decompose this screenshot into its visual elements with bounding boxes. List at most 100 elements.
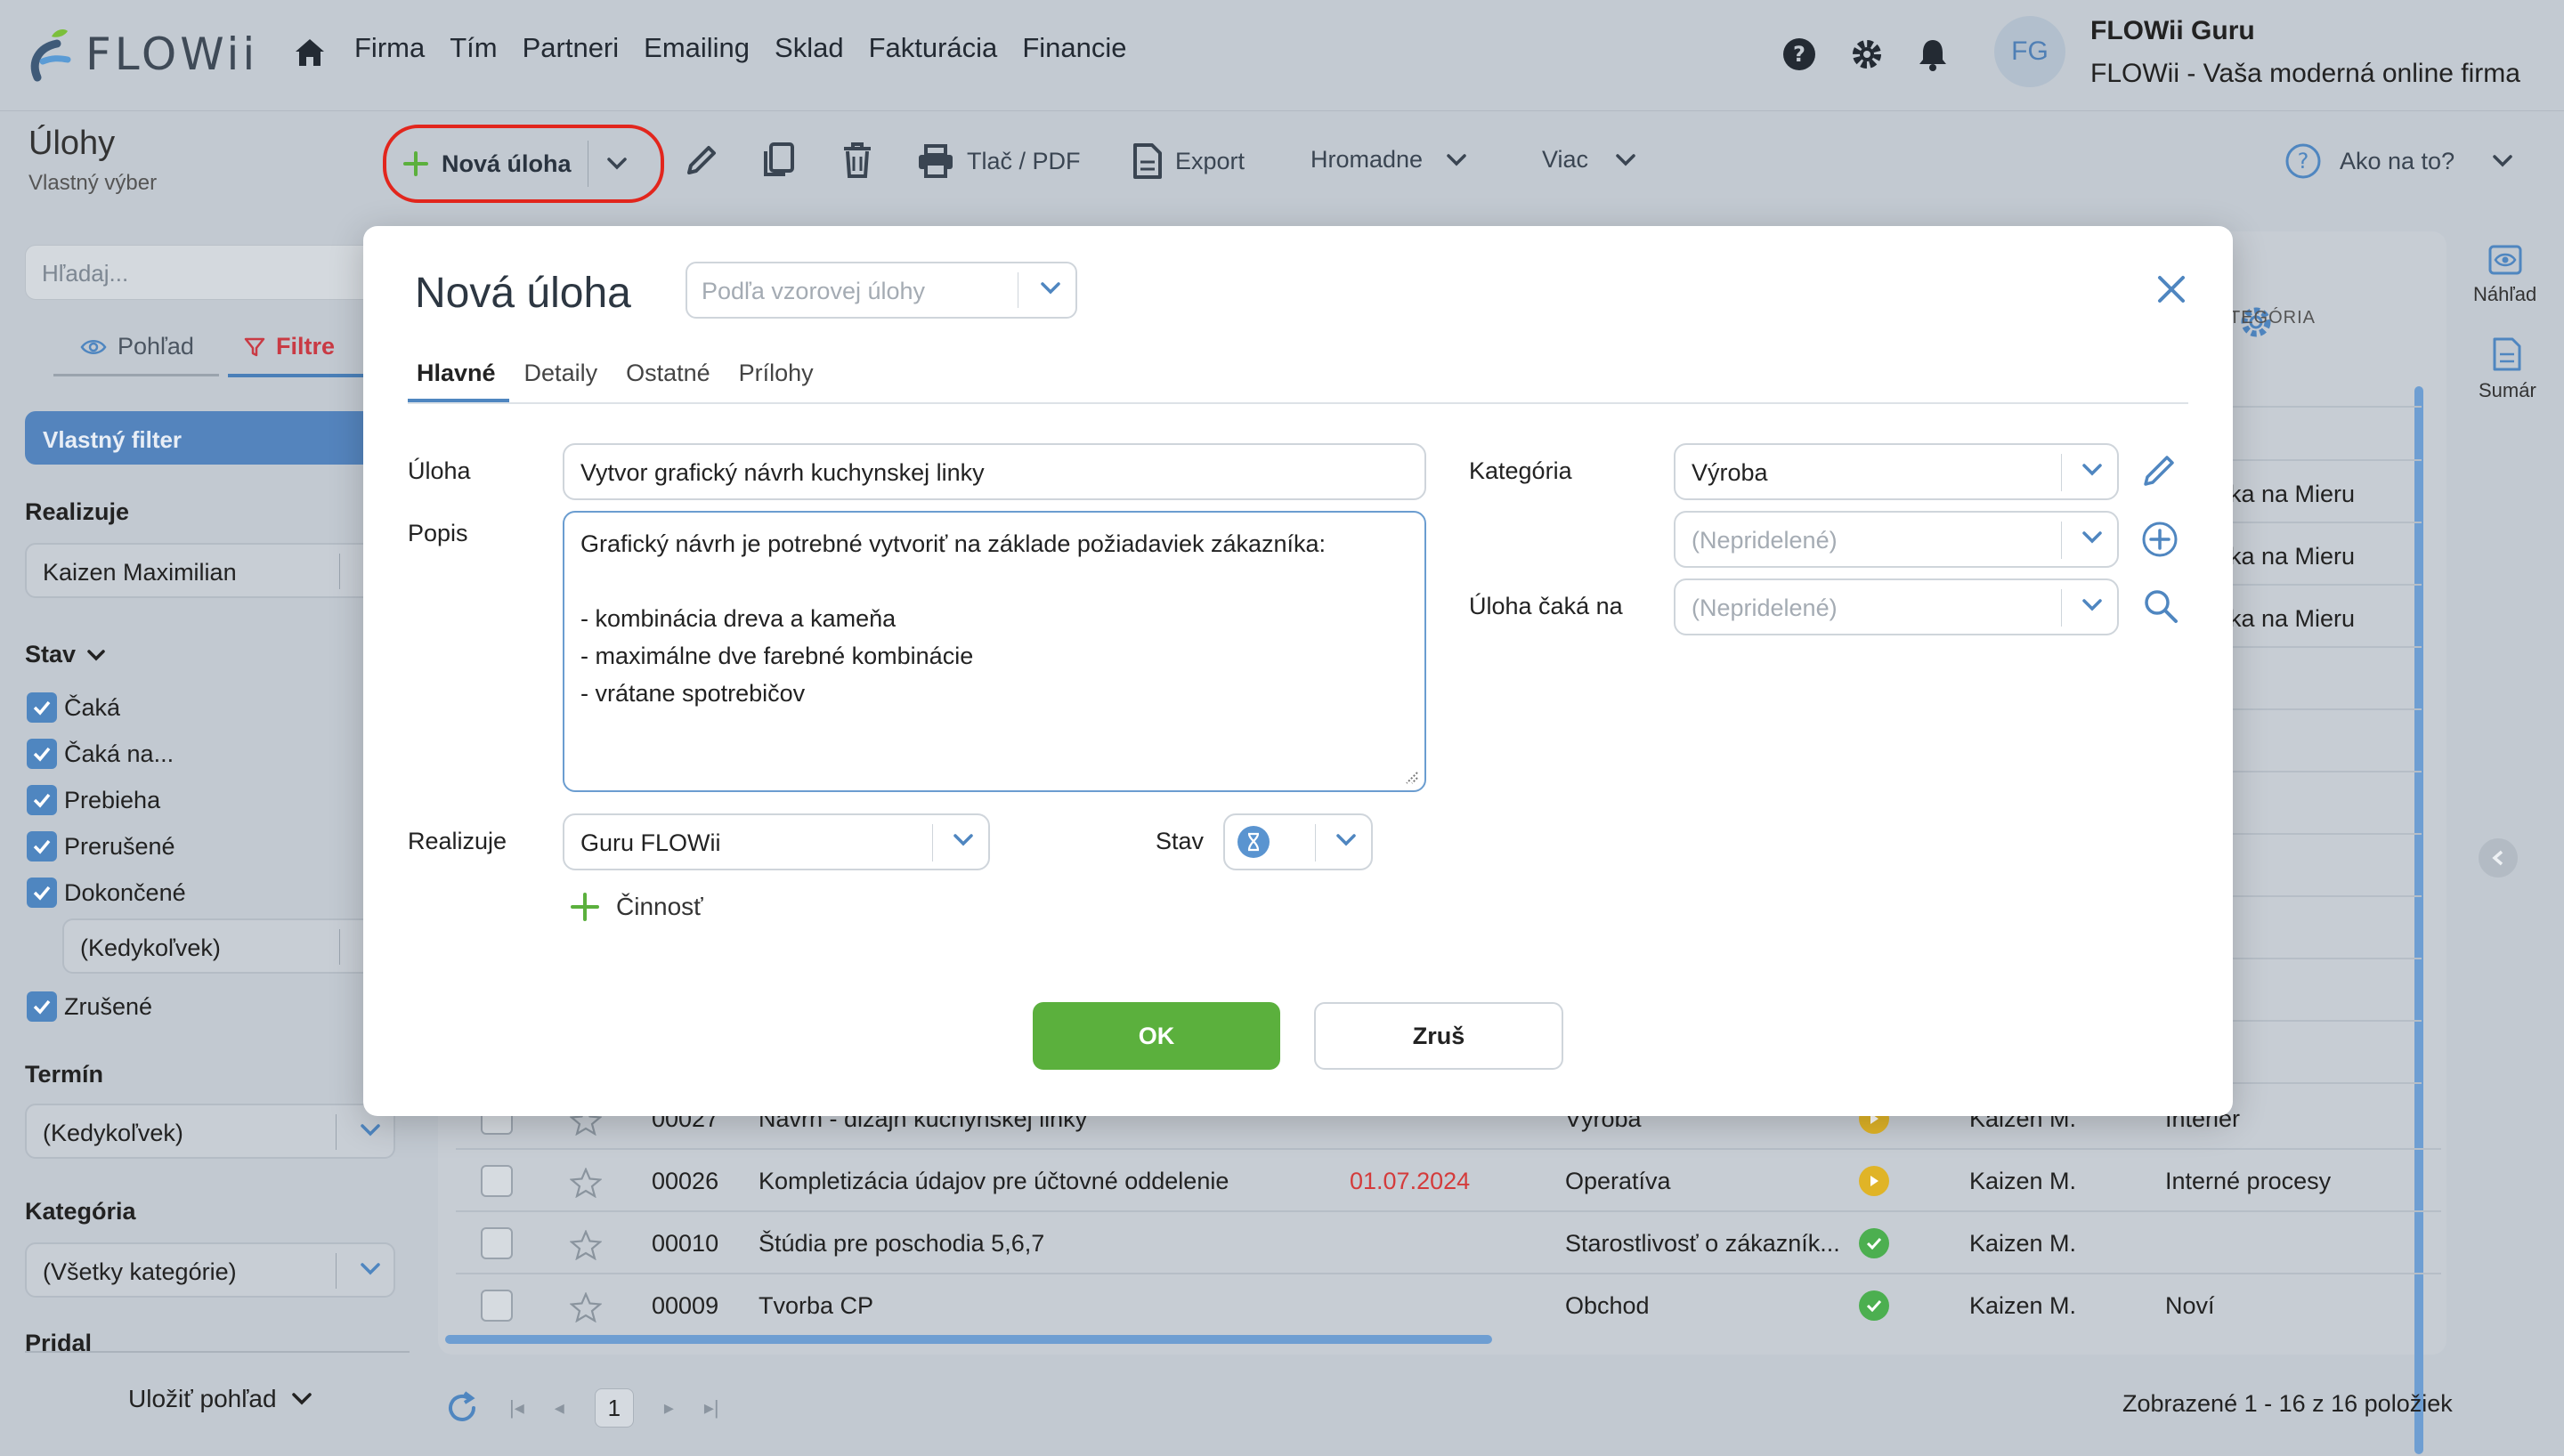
stav-heading[interactable]: Stav [25, 641, 106, 668]
column-header-category[interactable]: TEGÓRIA [2229, 308, 2316, 328]
status-in-progress-icon [1859, 1166, 1889, 1196]
resize-handle-icon[interactable] [1403, 769, 1419, 785]
dokoncene-when-select[interactable]: (Kedykoľvek) [62, 918, 399, 974]
last-page-icon[interactable]: ▸| [704, 1396, 719, 1420]
close-icon[interactable] [2156, 274, 2187, 304]
star-icon[interactable] [570, 1230, 602, 1260]
edit-category-pencil-icon[interactable] [2140, 450, 2179, 489]
template-select[interactable]: Podľa vzorovej úlohy [686, 262, 1077, 319]
status-filter-prebieha[interactable]: Prebieha [27, 785, 160, 815]
tab-details[interactable]: Detaily [524, 360, 598, 387]
summary-button[interactable]: Sumár [2479, 336, 2536, 402]
table-row[interactable]: 00026 Kompletizácia údajov pre účtovné o… [456, 1150, 2441, 1212]
new-task-dialog: Nová úloha Podľa vzorovej úlohy Hlavné D… [363, 226, 2233, 1116]
status-filter-zrusene[interactable]: Zrušené [27, 991, 152, 1022]
row-title[interactable]: Štúdia pre poschodia 5,6,7 [759, 1230, 1044, 1258]
row-project: Noví [2165, 1292, 2215, 1319]
nav-emailing[interactable]: Emailing [644, 32, 750, 64]
user-avatar[interactable]: FG [1994, 16, 2065, 87]
export-label: Export [1175, 147, 1245, 174]
row-checkbox[interactable] [481, 1165, 513, 1197]
custom-filter-button[interactable]: Vlastný filter [25, 411, 399, 465]
page-title: Úlohy [28, 125, 116, 162]
checkbox-checked-icon[interactable] [27, 785, 57, 815]
task-input[interactable]: Vytvor grafický návrh kuchynskej linky [563, 443, 1426, 500]
refresh-icon[interactable] [445, 1391, 479, 1425]
description-textarea[interactable]: Grafický návrh je potrebné vytvoriť na z… [563, 511, 1426, 792]
status-filter-prerusene[interactable]: Prerušené [27, 831, 175, 861]
add-circle-icon[interactable] [2140, 520, 2179, 559]
nav-partneri[interactable]: Partneri [523, 32, 620, 64]
waits-on-select[interactable]: (Nepridelené) [1674, 578, 2119, 635]
assignee-group-select[interactable]: (Nepridelené) [1674, 511, 2119, 568]
checkbox-checked-icon[interactable] [27, 878, 57, 908]
home-icon[interactable] [294, 37, 326, 68]
checkbox-checked-icon[interactable] [27, 991, 57, 1022]
table-row[interactable]: 00010 Štúdia pre poschodia 5,6,7 Starost… [456, 1212, 2441, 1274]
checkbox-checked-icon[interactable] [27, 739, 57, 769]
more-dropdown[interactable]: Viac [1542, 146, 1636, 174]
settings-gear-icon[interactable] [1850, 37, 1884, 71]
new-task-button[interactable]: Nová úloha [383, 125, 664, 203]
nav-fakturacia[interactable]: Fakturácia [869, 32, 998, 64]
row-checkbox[interactable] [481, 1290, 513, 1322]
page-subtitle: Vlastný výber [28, 171, 158, 195]
pagination: |◂ ◂ 1 ▸ ▸| [445, 1388, 719, 1428]
table-row[interactable]: 00009 Tvorba CP Obchod Kaizen M. Noví [456, 1274, 2441, 1337]
question-circle-icon: ? [2285, 143, 2321, 179]
save-view-button[interactable]: Uložiť pohľad [128, 1385, 312, 1413]
status-filter-dokoncene[interactable]: Dokončené [27, 878, 186, 908]
new-task-label: Nová úloha [442, 150, 572, 177]
kategoria-select[interactable]: (Všetky kategórie) [25, 1242, 395, 1298]
new-task-dropdown-chevron-icon[interactable] [606, 157, 628, 171]
tab-main[interactable]: Hlavné [417, 360, 496, 387]
star-icon[interactable] [570, 1168, 602, 1198]
delete-trash-icon[interactable] [840, 141, 874, 180]
help-icon[interactable]: ? [1782, 37, 1816, 71]
user-name: FLOWii Guru [2090, 16, 2255, 45]
chevron-down-icon [1041, 282, 1060, 295]
tab-view[interactable]: Pohľad [80, 333, 194, 360]
add-activity-button[interactable]: Činnosť [570, 892, 703, 922]
bulk-actions-dropdown[interactable]: Hromadne [1310, 146, 1467, 174]
realizuje-select[interactable]: Kaizen Maximilian [25, 543, 399, 598]
how-to-button[interactable]: ? Ako na to? [2284, 142, 2513, 180]
checkbox-checked-icon[interactable] [27, 692, 57, 723]
nav-sklad[interactable]: Sklad [775, 32, 844, 64]
checkbox-checked-icon[interactable] [27, 831, 57, 861]
prev-page-icon[interactable]: ◂ [555, 1396, 564, 1420]
tab-filters[interactable]: Filtre [244, 333, 335, 360]
row-checkbox[interactable] [481, 1227, 513, 1259]
copy-icon[interactable] [760, 141, 796, 180]
row-number: 00009 [652, 1292, 719, 1319]
nav-firma[interactable]: Firma [354, 32, 425, 64]
edit-pencil-icon[interactable] [684, 142, 719, 178]
row-title[interactable]: Tvorba CP [759, 1292, 873, 1320]
preview-button[interactable]: Náhľad [2473, 244, 2536, 306]
print-pdf-button[interactable]: Tlač / PDF [917, 144, 1081, 178]
category-select[interactable]: Výroba [1674, 443, 2119, 500]
star-icon[interactable] [570, 1292, 602, 1323]
tab-attachments[interactable]: Prílohy [739, 360, 814, 387]
cancel-button[interactable]: Zruš [1314, 1002, 1563, 1070]
collapse-arrow-icon[interactable] [2479, 838, 2518, 878]
left-search-input[interactable]: Hľadaj... [25, 245, 399, 300]
row-title[interactable]: Kompletizácia údajov pre účtovné oddelen… [759, 1168, 1229, 1195]
first-page-icon[interactable]: |◂ [509, 1396, 524, 1420]
nav-tim[interactable]: Tím [450, 32, 497, 64]
status-filter-caka[interactable]: Čaká [27, 692, 120, 723]
export-button[interactable]: Export [1132, 142, 1245, 180]
table-cell-partial: ka na Mieru [2229, 605, 2356, 632]
brand-logo[interactable]: FLOWii [27, 23, 258, 85]
ok-button[interactable]: OK [1033, 1002, 1280, 1070]
assignee-select[interactable]: Guru FLOWii [563, 813, 990, 870]
search-icon[interactable] [2142, 587, 2179, 625]
status-filter-caka-na[interactable]: Čaká na... [27, 739, 174, 769]
notifications-bell-icon[interactable] [1918, 37, 1948, 71]
status-select[interactable] [1223, 813, 1373, 870]
tab-other[interactable]: Ostatné [626, 360, 710, 387]
page-number[interactable]: 1 [594, 1388, 634, 1428]
termin-select[interactable]: (Kedykoľvek) [25, 1104, 395, 1159]
nav-financie[interactable]: Financie [1022, 32, 1126, 64]
next-page-icon[interactable]: ▸ [664, 1396, 674, 1420]
